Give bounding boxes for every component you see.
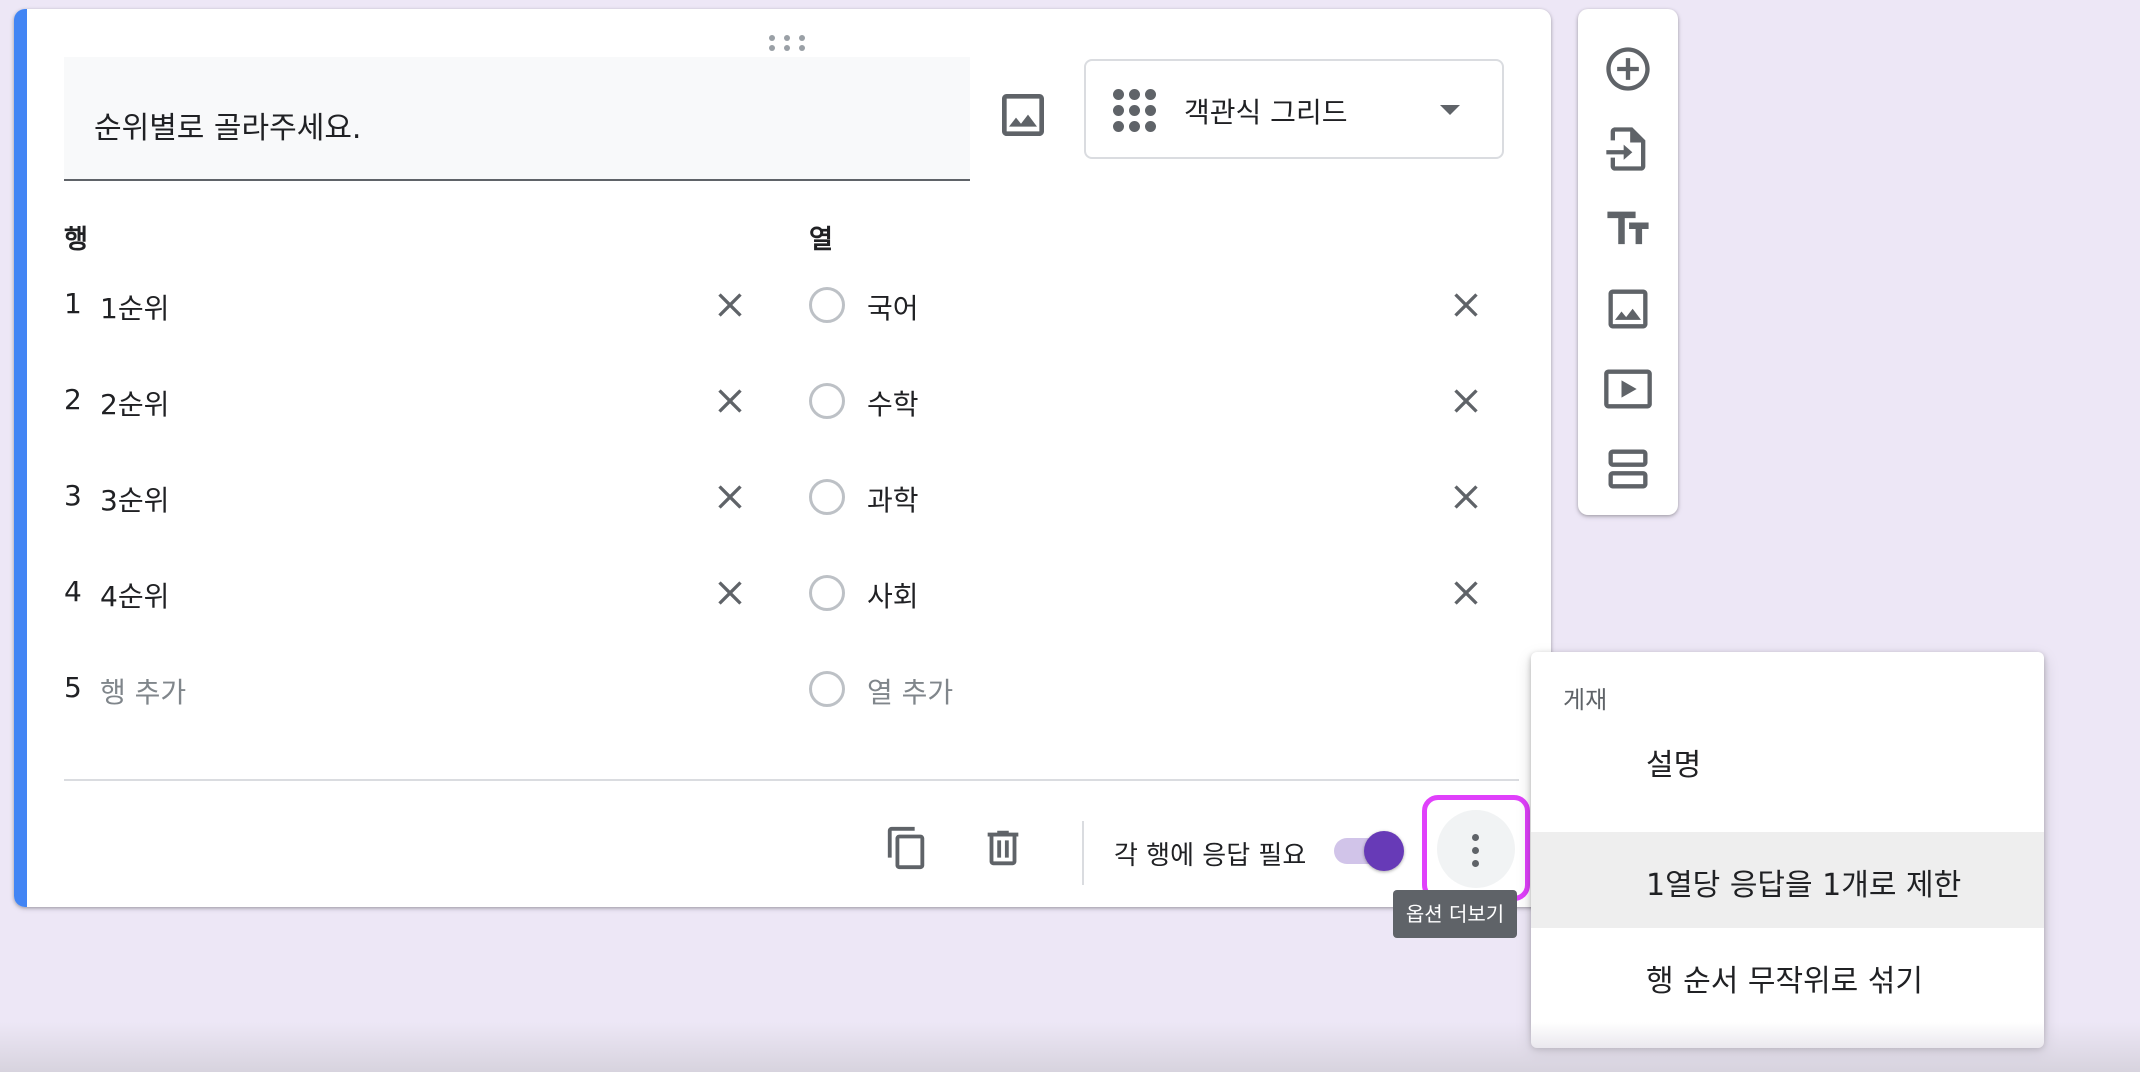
close-icon (718, 581, 742, 605)
question-type-select[interactable]: 객관식 그리드 (1084, 59, 1504, 159)
remove-column-button[interactable] (1446, 573, 1486, 613)
row-label[interactable]: 4순위 (100, 575, 169, 615)
column-label[interactable]: 과학 (867, 479, 919, 519)
add-row[interactable]: 5 행 추가 (64, 659, 764, 719)
question-card: 순위별로 골라주세요. 객관식 그리드 행 1 1순위 2 2순위 3 3순위 (14, 9, 1551, 907)
column-label[interactable]: 수학 (867, 383, 919, 423)
column-item[interactable]: 사회 (809, 563, 1509, 623)
add-section-icon (1608, 449, 1648, 489)
footer-divider (64, 779, 1519, 781)
add-title-icon (1607, 211, 1649, 245)
radio-icon (809, 383, 845, 419)
add-question-button[interactable] (1602, 43, 1654, 95)
row-number: 1 (64, 287, 82, 320)
remove-row-button[interactable] (710, 285, 750, 325)
close-icon (1454, 293, 1478, 317)
add-image-icon (1608, 289, 1648, 329)
remove-column-button[interactable] (1446, 477, 1486, 517)
radio-icon (809, 575, 845, 611)
question-title-text: 순위별로 골라주세요. (94, 111, 362, 146)
add-image-tool-button[interactable] (1602, 283, 1654, 335)
more-options-button[interactable] (1422, 795, 1530, 901)
remove-column-button[interactable] (1446, 285, 1486, 325)
import-questions-icon (1606, 127, 1646, 171)
column-label[interactable]: 사회 (867, 575, 919, 615)
question-type-label: 객관식 그리드 (1184, 96, 1348, 129)
remove-row-button[interactable] (710, 573, 750, 613)
close-icon (718, 389, 742, 413)
delete-button[interactable] (980, 825, 1026, 871)
chevron-down-icon (1440, 105, 1460, 115)
add-question-icon (1606, 47, 1650, 91)
remove-row-button[interactable] (710, 477, 750, 517)
close-icon (1454, 389, 1478, 413)
required-label: 각 행에 응답 필요 (1114, 841, 1307, 871)
duplicate-button[interactable] (884, 825, 930, 871)
required-toggle[interactable] (1334, 831, 1406, 871)
add-title-button[interactable] (1602, 203, 1654, 255)
remove-row-button[interactable] (710, 381, 750, 421)
add-image-button[interactable] (992, 87, 1054, 143)
column-item[interactable]: 과학 (809, 467, 1509, 527)
add-section-button[interactable] (1602, 443, 1654, 495)
add-row-label[interactable]: 행 추가 (100, 671, 186, 711)
row-label[interactable]: 1순위 (100, 287, 169, 327)
column-label[interactable]: 국어 (867, 287, 919, 327)
question-title-input[interactable]: 순위별로 골라주세요. (64, 57, 970, 181)
row-label[interactable]: 2순위 (100, 383, 169, 423)
trash-icon (987, 830, 1019, 866)
row-number: 5 (64, 671, 82, 704)
bottom-shadow (0, 1022, 2140, 1072)
grid-icon (1113, 89, 1157, 133)
add-video-button[interactable] (1602, 363, 1654, 415)
drag-handle-icon[interactable] (769, 33, 805, 53)
highlight-annotation-box (1531, 652, 2044, 1048)
add-column-label[interactable]: 열 추가 (867, 671, 953, 711)
close-icon (718, 485, 742, 509)
rows-header: 행 (64, 225, 88, 255)
image-icon (1002, 94, 1044, 136)
remove-column-button[interactable] (1446, 381, 1486, 421)
copy-icon (887, 826, 925, 870)
row-label[interactable]: 3순위 (100, 479, 169, 519)
column-item[interactable]: 수학 (809, 371, 1509, 431)
import-questions-button[interactable] (1602, 123, 1654, 175)
close-icon (1454, 581, 1478, 605)
row-number: 2 (64, 383, 82, 416)
card-accent-bar (14, 9, 27, 907)
radio-icon (809, 287, 845, 323)
row-item[interactable]: 1 1순위 (64, 275, 764, 335)
columns-header: 열 (809, 225, 833, 255)
more-options-tooltip: 옵션 더보기 (1393, 890, 1517, 938)
radio-icon (809, 671, 845, 707)
row-item[interactable]: 4 4순위 (64, 563, 764, 623)
row-item[interactable]: 3 3순위 (64, 467, 764, 527)
row-item[interactable]: 2 2순위 (64, 371, 764, 431)
column-item[interactable]: 국어 (809, 275, 1509, 335)
toggle-knob (1364, 831, 1404, 871)
footer-vertical-divider (1082, 821, 1084, 885)
row-number: 3 (64, 479, 82, 512)
floating-toolbar (1578, 9, 1678, 515)
add-video-icon (1604, 369, 1652, 409)
row-number: 4 (64, 575, 82, 608)
add-column[interactable]: 열 추가 (809, 659, 1509, 719)
radio-icon (809, 479, 845, 515)
close-icon (1454, 485, 1478, 509)
close-icon (718, 293, 742, 317)
